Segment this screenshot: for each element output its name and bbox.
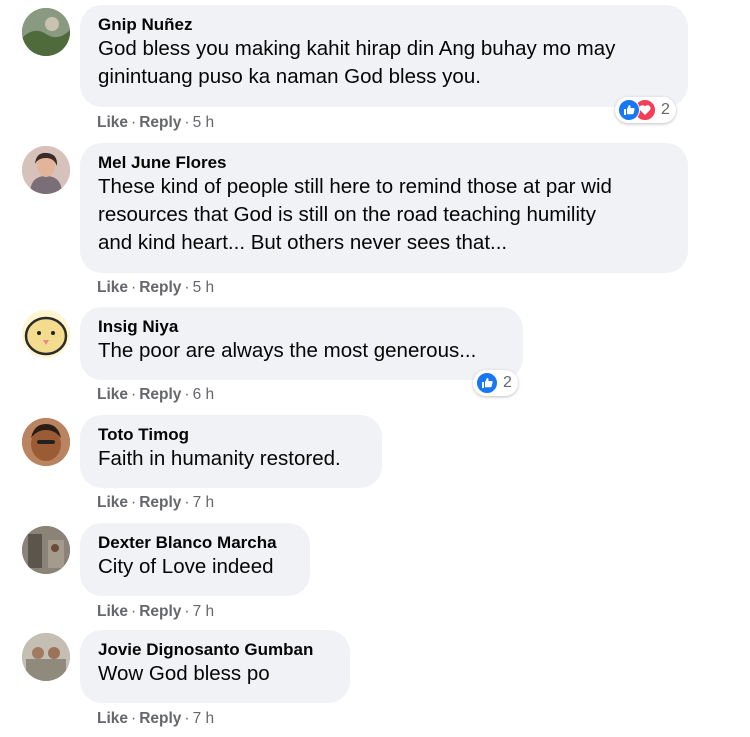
comment-author[interactable]: Insig Niya — [98, 317, 505, 337]
timestamp[interactable]: 5 h — [193, 114, 215, 131]
comment-author[interactable]: Dexter Blanco Marcha — [98, 533, 292, 553]
comment-text-line: and kind heart... But others never sees … — [98, 231, 508, 254]
separator: · — [131, 710, 137, 727]
reply-link[interactable]: Reply — [139, 710, 181, 727]
comment-author[interactable]: Mel June Flores — [98, 153, 670, 173]
comment-actions: Like · Reply · 7 h — [97, 603, 214, 621]
separator: · — [131, 494, 137, 511]
avatar[interactable] — [22, 310, 70, 358]
comment-actions: Like · Reply · 7 h — [97, 494, 214, 512]
reply-link[interactable]: Reply — [139, 603, 181, 620]
reactions-summary[interactable]: 2 — [473, 370, 518, 396]
like-link[interactable]: Like — [97, 386, 128, 403]
comment-bubble: Jovie Dignosanto Gumban Wow God bless po — [80, 630, 350, 703]
comment-text-line: ginintuang puso ka naman God bless you. — [98, 65, 481, 88]
avatar[interactable] — [22, 526, 70, 574]
comment-text-line: God bless you making kahit hirap din Ang… — [98, 37, 616, 60]
separator: · — [131, 386, 137, 403]
timestamp[interactable]: 7 h — [193, 494, 215, 511]
comment-text-line: City of Love indeed — [98, 555, 274, 578]
reaction-count: 2 — [661, 101, 670, 118]
comment-actions: Like · Reply · 5 h — [97, 114, 214, 132]
reactions-summary[interactable]: 2 — [615, 97, 676, 123]
separator: · — [131, 279, 137, 296]
comment-actions: Like · Reply · 7 h — [97, 710, 214, 728]
separator: · — [184, 279, 190, 296]
timestamp[interactable]: 7 h — [193, 710, 215, 727]
like-link[interactable]: Like — [97, 114, 128, 131]
avatar[interactable] — [22, 146, 70, 194]
like-icon — [618, 99, 640, 121]
like-link[interactable]: Like — [97, 279, 128, 296]
reaction-count: 2 — [503, 374, 512, 391]
separator: · — [184, 710, 190, 727]
timestamp[interactable]: 7 h — [193, 603, 215, 620]
separator: · — [131, 603, 137, 620]
comment-bubble: Mel June Flores These kind of people sti… — [80, 143, 688, 273]
comment-bubble: Toto Timog Faith in humanity restored. — [80, 415, 382, 488]
separator: · — [184, 494, 190, 511]
avatar[interactable] — [22, 8, 70, 56]
reply-link[interactable]: Reply — [139, 386, 181, 403]
reply-link[interactable]: Reply — [139, 494, 181, 511]
timestamp[interactable]: 5 h — [193, 279, 215, 296]
separator: · — [184, 114, 190, 131]
like-link[interactable]: Like — [97, 494, 128, 511]
separator: · — [184, 386, 190, 403]
comment-text-line: resources that God is still on the road … — [98, 203, 596, 226]
comment-actions: Like · Reply · 6 h — [97, 386, 214, 404]
like-link[interactable]: Like — [97, 710, 128, 727]
comment-text-line: Wow God bless po — [98, 662, 270, 685]
comment-bubble: Gnip Nuñez God bless you making kahit hi… — [80, 5, 688, 107]
comment-text-line: The poor are always the most generous... — [98, 339, 477, 362]
separator: · — [184, 603, 190, 620]
comment-author[interactable]: Gnip Nuñez — [98, 15, 670, 35]
like-link[interactable]: Like — [97, 603, 128, 620]
reply-link[interactable]: Reply — [139, 114, 181, 131]
comment-text-line: These kind of people still here to remin… — [98, 175, 612, 198]
comment-author[interactable]: Toto Timog — [98, 425, 364, 445]
reply-link[interactable]: Reply — [139, 279, 181, 296]
comment-actions: Like · Reply · 5 h — [97, 279, 214, 297]
avatar[interactable] — [22, 633, 70, 681]
comment-text-line: Faith in humanity restored. — [98, 447, 341, 470]
comment-bubble: Insig Niya The poor are always the most … — [80, 307, 523, 380]
comment-bubble: Dexter Blanco Marcha City of Love indeed — [80, 523, 310, 596]
avatar[interactable] — [22, 418, 70, 466]
like-icon — [476, 372, 498, 394]
timestamp[interactable]: 6 h — [193, 386, 215, 403]
comment-author[interactable]: Jovie Dignosanto Gumban — [98, 640, 332, 660]
separator: · — [131, 114, 137, 131]
